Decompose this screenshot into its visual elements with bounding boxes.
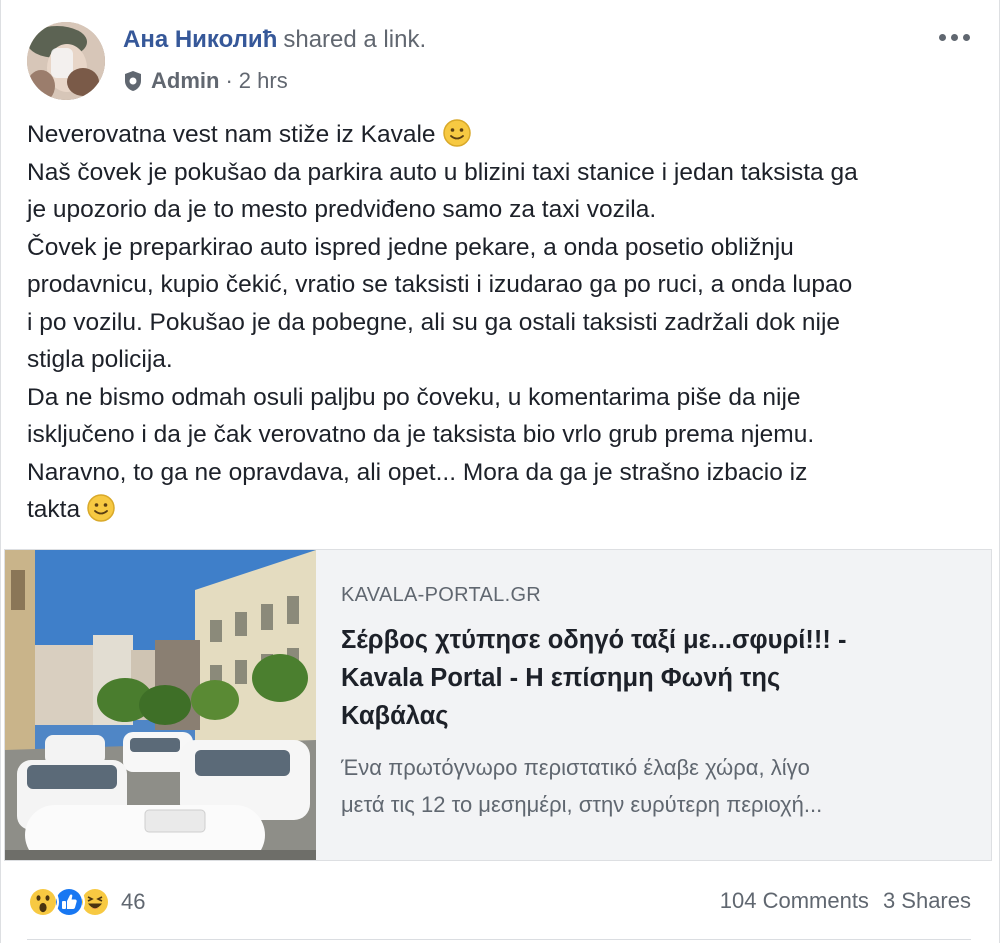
link-thumbnail[interactable] [5, 550, 316, 860]
avatar-image [27, 22, 105, 100]
reaction-count[interactable]: 46 [121, 889, 145, 915]
post-meta: Admin · 2 hrs [123, 68, 288, 94]
link-desc-line: μετά τις 12 το μεσημέρι, στην ευρύτερη π… [341, 792, 823, 817]
post-line: Da ne bismo odmah osuli paljbu po čoveku… [27, 383, 801, 411]
link-text: KAVALA-PORTAL.GR Σέρβος χτύπησε οδηγό τα… [341, 584, 981, 823]
wow-reaction-icon [27, 886, 59, 918]
admin-role-label: Admin [151, 68, 220, 93]
author-name-link[interactable]: Ана Николић [123, 26, 277, 53]
footer-divider [27, 939, 971, 940]
link-domain: KAVALA-PORTAL.GR [341, 584, 542, 606]
post-line: Neverovatna vest nam stiže iz Kavale [27, 116, 977, 154]
post-timestamp[interactable]: 2 hrs [239, 68, 288, 94]
post-line: isključeno i da je čak verovatno da je t… [27, 421, 815, 448]
post-line: Naravno, to ga ne opravdava, ali opet...… [27, 458, 808, 486]
post-line: prodavnicu, kupio čekić, vratio se taksi… [27, 271, 853, 298]
post-footer: 46 104 Comments 3 Shares [27, 878, 971, 926]
post-line: stigla policija. [27, 346, 173, 373]
smiley-emoji-icon [442, 118, 472, 148]
post-message: Neverovatna vest nam stiže iz Kavale Naš… [27, 116, 977, 529]
link-description: Ένα πρωτόγνωρο περιστατικό έλαβε χώρα, λ… [341, 749, 981, 823]
post-line: Čovek je preparkirao auto ispred jedne p… [27, 233, 794, 261]
link-title[interactable]: Σέρβος χτύπησε οδηγό ταξί με...σφυρί!!! … [341, 621, 981, 735]
post-line: i po vozilu. Pokušao je da pobegne, ali … [27, 308, 841, 336]
post-line-text: Neverovatna vest nam stiže iz Kavale [27, 121, 436, 148]
link-desc-line: Ένα πρωτόγνωρο περιστατικό έλαβε χώρα, λ… [341, 755, 810, 780]
author-line: Ана Николић shared a link. [123, 26, 426, 54]
admin-badge-icon [123, 70, 143, 92]
more-options-icon[interactable] [937, 26, 973, 50]
engagement-stats: 104 Comments 3 Shares [720, 888, 971, 914]
taxi-street-image [5, 550, 316, 860]
smiley-emoji-icon [86, 493, 116, 523]
post-line: takta [27, 491, 977, 529]
post-line-text: takta [27, 496, 81, 523]
meta-separator: · [225, 68, 233, 93]
post-line: Naš čovek je pokušao da parkira auto u b… [27, 158, 858, 186]
post-card: Ана Николић shared a link. Admin · 2 hrs … [0, 0, 1000, 943]
comments-count-link[interactable]: 104 Comments [720, 888, 869, 913]
link-title-line: Σέρβος χτύπησε οδηγό ταξί με...σφυρί!!! … [341, 626, 847, 654]
post-header: Ана Николић shared a link. Admin · 2 hrs [27, 22, 977, 102]
shared-action-text: shared a link. [283, 26, 427, 53]
reactions-summary[interactable]: 46 [27, 882, 145, 922]
shares-count-link[interactable]: 3 Shares [883, 888, 971, 913]
link-title-line: Καβάλας [341, 702, 449, 730]
link-preview-card[interactable]: KAVALA-PORTAL.GR Σέρβος χτύπησε οδηγό τα… [4, 549, 992, 861]
link-title-line: Kavala Portal - Η επίσημη Φωνή της [341, 664, 781, 692]
author-avatar[interactable] [27, 22, 105, 100]
post-line: je upozorio da je to mesto predviđeno sa… [27, 196, 657, 223]
